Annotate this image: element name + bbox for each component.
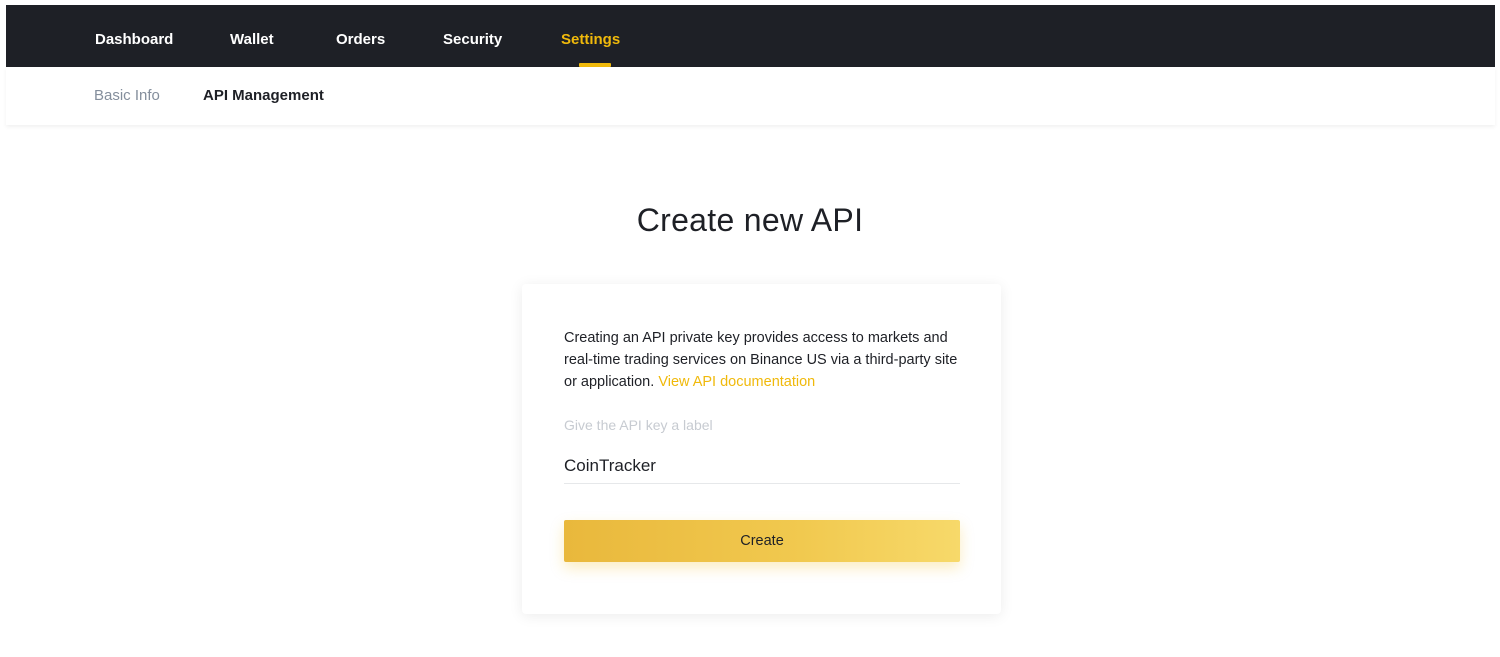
api-key-label-input[interactable] <box>564 448 960 484</box>
subnav-item-basic-info[interactable]: Basic Info <box>94 67 160 125</box>
nav-item-dashboard[interactable]: Dashboard <box>95 5 173 67</box>
api-key-label-caption: Give the API key a label <box>564 417 713 433</box>
nav-item-settings[interactable]: Settings <box>561 5 620 67</box>
sub-navigation-bar: Basic Info API Management <box>6 67 1495 125</box>
api-documentation-link[interactable]: View API documentation <box>658 374 815 390</box>
page-title: Create new API <box>636 202 864 238</box>
create-button[interactable]: Create <box>564 520 960 562</box>
subnav-item-api-management[interactable]: API Management <box>203 67 324 125</box>
nav-item-security[interactable]: Security <box>443 5 502 67</box>
page: Dashboard Wallet Orders Security Setting… <box>0 0 1500 657</box>
top-navigation-bar: Dashboard Wallet Orders Security Setting… <box>6 5 1495 67</box>
nav-item-wallet[interactable]: Wallet <box>230 5 274 67</box>
nav-item-orders[interactable]: Orders <box>336 5 385 67</box>
api-description: Creating an API private key provides acc… <box>564 327 964 393</box>
create-api-card: Creating an API private key provides acc… <box>522 284 1001 614</box>
